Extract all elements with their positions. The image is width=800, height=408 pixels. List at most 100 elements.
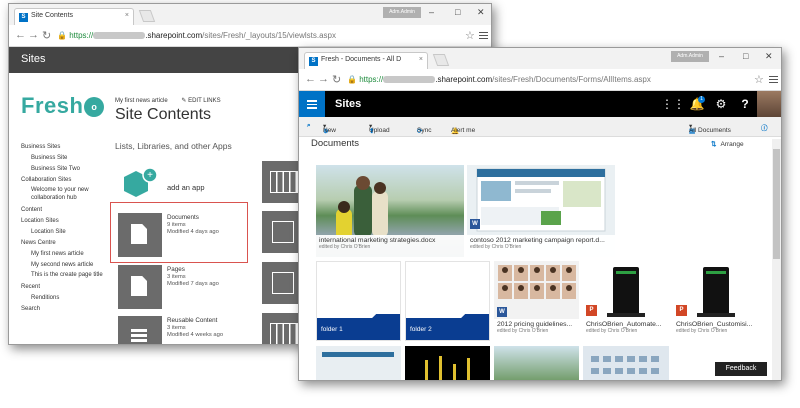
- nav-item[interactable]: Collaboration Sites: [21, 175, 113, 186]
- url-field[interactable]: 🔒 https://.sharepoint.com/sites/Fresh/Do…: [347, 72, 651, 87]
- help-icon[interactable]: ?: [733, 91, 757, 117]
- suite-title[interactable]: Sites: [335, 98, 361, 110]
- avatar[interactable]: [757, 91, 781, 117]
- nav-item[interactable]: News Centre: [21, 238, 113, 249]
- nav-item[interactable]: Business Site Two: [21, 164, 113, 175]
- nav-item[interactable]: Content: [21, 205, 113, 216]
- file-caption: international marketing strategies.docx …: [316, 235, 464, 257]
- menu-icon[interactable]: [479, 30, 488, 39]
- browser-window-documents[interactable]: S Fresh - Documents - All D × Adm.Admin …: [298, 47, 782, 381]
- nav-item[interactable]: This is the create page title: [21, 271, 113, 279]
- close-window-icon[interactable]: ✕: [765, 51, 773, 62]
- nav-item[interactable]: My first news article: [21, 249, 113, 260]
- file-tile[interactable]: W contoso 2012 marketing campaign report…: [467, 165, 615, 257]
- file-name[interactable]: 2012 pricing guidelines...: [497, 321, 576, 328]
- file-tile[interactable]: [583, 346, 669, 380]
- add-app-label[interactable]: add an app: [167, 183, 205, 192]
- file-tile[interactable]: W 2012 pricing guidelines... edited by C…: [494, 261, 579, 341]
- close-window-icon[interactable]: ✕: [477, 7, 485, 18]
- app-info: Pages 3 items Modified 7 days ago: [167, 266, 219, 289]
- top-nav-link[interactable]: My first news article: [115, 98, 168, 104]
- reload-icon[interactable]: ↻: [42, 29, 51, 42]
- upload-label: Upload: [369, 127, 390, 134]
- file-tile[interactable]: P ChrisOBrien_Customisi... edited by Chr…: [673, 261, 759, 341]
- bookmark-star-icon[interactable]: ☆: [754, 73, 764, 86]
- forward-icon[interactable]: →: [318, 73, 329, 85]
- alert-label: Alert me: [451, 127, 476, 134]
- site-logo[interactable]: Fresh o: [21, 93, 105, 119]
- bell-icon[interactable]: 🔔: [685, 91, 709, 117]
- nav-item[interactable]: Welcome to your new collaboration hub: [21, 186, 113, 202]
- notification-badge: 1: [698, 96, 705, 103]
- folder-name[interactable]: folder 1: [317, 318, 400, 340]
- url-scheme: https://: [69, 31, 94, 40]
- minimize-icon[interactable]: –: [719, 51, 724, 61]
- file-tile[interactable]: P ChrisOBrien_Automate... edited by Chri…: [583, 261, 669, 341]
- close-tab-icon[interactable]: ×: [419, 56, 423, 63]
- word-icon: W: [470, 219, 480, 229]
- reload-icon[interactable]: ↻: [332, 73, 341, 86]
- browser-tab-site-contents[interactable]: S Site Contents ×: [14, 8, 134, 25]
- add-app-icon[interactable]: +: [122, 167, 160, 205]
- forward-icon[interactable]: →: [28, 29, 39, 41]
- app-tile-pages[interactable]: [118, 265, 162, 309]
- bookmark-star-icon[interactable]: ☆: [465, 29, 475, 42]
- folder-tile[interactable]: 0 folder 2: [405, 261, 490, 341]
- app-launcher-icon[interactable]: [299, 91, 325, 117]
- url-field[interactable]: 🔒 https://.sharepoint.com/sites/Fresh/_l…: [57, 28, 336, 43]
- file-tile[interactable]: international marketing strategies.docx …: [316, 165, 464, 257]
- nav-item[interactable]: Business Sites: [21, 142, 113, 153]
- new-button[interactable]: ⊕ New ▾: [323, 122, 336, 135]
- maximize-icon[interactable]: □: [743, 51, 748, 61]
- back-icon[interactable]: ←: [305, 73, 316, 85]
- search-icon[interactable]: ⌕: [307, 122, 311, 130]
- edit-links-button[interactable]: ✎ EDIT LINKS: [181, 98, 220, 104]
- dark-chart-image: [425, 356, 470, 380]
- new-tab-button[interactable]: [138, 10, 156, 22]
- library-title: Documents: [311, 138, 360, 149]
- nav-item[interactable]: Renditions: [21, 293, 113, 304]
- redacted-host: [93, 32, 146, 40]
- file-name[interactable]: international marketing strategies.docx: [319, 237, 461, 244]
- file-tile[interactable]: [405, 346, 490, 380]
- app-name[interactable]: Reusable Content: [167, 317, 223, 325]
- info-icon[interactable]: ⓘ: [761, 122, 768, 132]
- app-tile-reusable-content[interactable]: [118, 316, 162, 344]
- folder-name[interactable]: folder 2: [406, 318, 489, 340]
- scrollbar-thumb[interactable]: [773, 149, 780, 259]
- back-icon[interactable]: ←: [15, 29, 26, 41]
- upload-button[interactable]: ⬆ Upload ▾: [369, 122, 390, 135]
- file-tile[interactable]: [316, 346, 401, 380]
- app-grid-icon[interactable]: ⋮⋮: [661, 91, 685, 117]
- nav-item[interactable]: Location Site: [21, 227, 113, 238]
- browser-tab-documents[interactable]: S Fresh - Documents - All D ×: [304, 52, 428, 69]
- suite-title[interactable]: Sites: [21, 53, 45, 65]
- view-selector[interactable]: ▤ All Documents ▾: [689, 122, 731, 135]
- nav-item[interactable]: Recent: [21, 282, 113, 293]
- nav-item[interactable]: Location Sites: [21, 216, 113, 227]
- maximize-icon[interactable]: □: [455, 7, 460, 17]
- file-tile[interactable]: [494, 346, 579, 380]
- close-tab-icon[interactable]: ×: [125, 12, 129, 19]
- new-tab-button[interactable]: [432, 54, 450, 66]
- file-name[interactable]: ChrisOBrien_Automate...: [586, 321, 666, 328]
- app-name[interactable]: Pages: [167, 266, 219, 274]
- settings-icon[interactable]: ⚙: [709, 91, 733, 117]
- nav-item[interactable]: Search: [21, 304, 113, 315]
- address-bar-row: ← → ↻ 🔒 https://.sharepoint.com/sites/Fr…: [9, 25, 491, 47]
- arrange-button[interactable]: ⇅ Arrange: [711, 140, 744, 148]
- menu-icon[interactable]: [769, 74, 778, 83]
- nav-item[interactable]: Business Site: [21, 153, 113, 164]
- feedback-button[interactable]: Feedback: [715, 362, 767, 376]
- app-modified: Modified 7 days ago: [167, 281, 219, 287]
- command-bar: ⌕ ⊕ New ▾ ⬆ Upload ▾ ⟳ Sync 🔔 Alert me ▤…: [299, 117, 781, 137]
- file-name[interactable]: ChrisOBrien_Customisi...: [676, 321, 756, 328]
- thumb-bar: [322, 352, 394, 357]
- minimize-icon[interactable]: –: [429, 7, 434, 17]
- file-caption: 2012 pricing guidelines... edited by Chr…: [494, 319, 579, 341]
- nav-item[interactable]: My second news article: [21, 260, 113, 271]
- file-name[interactable]: contoso 2012 marketing campaign report.d…: [470, 237, 612, 244]
- top-nav: My first news article ✎ EDIT LINKS: [115, 97, 221, 104]
- folder-tile[interactable]: 0 folder 1: [316, 261, 401, 341]
- vertical-scrollbar[interactable]: [772, 139, 781, 380]
